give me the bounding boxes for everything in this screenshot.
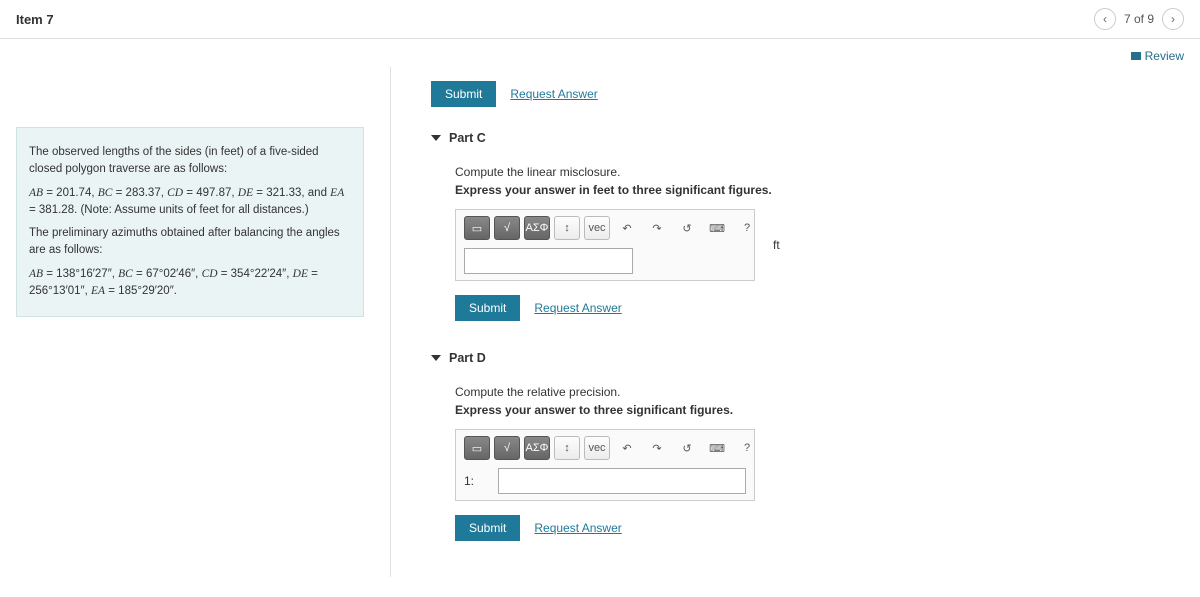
problem-p1: The observed lengths of the sides (in fe… (29, 144, 351, 179)
part-c-body: Compute the linear misclosure. Express y… (431, 155, 1184, 341)
reset-button[interactable]: ↺ (674, 436, 700, 460)
submit-button[interactable]: Submit (455, 295, 520, 321)
part-c-instruction-bold: Express your answer in feet to three sig… (455, 183, 1184, 197)
chevron-down-icon (431, 135, 441, 141)
keyboard-button[interactable]: ⌨ (704, 436, 730, 460)
reset-button[interactable]: ↺ (674, 216, 700, 240)
part-c-unit: ft (773, 238, 780, 252)
templates-button[interactable]: ▭ (464, 216, 490, 240)
column-divider (390, 67, 391, 577)
part-d-prefix: 1: (464, 474, 482, 488)
part-d-title: Part D (449, 351, 486, 365)
part-d-submit-row: Submit Request Answer (455, 515, 1184, 541)
submit-button[interactable]: Submit (455, 515, 520, 541)
review-link[interactable]: Review (1131, 49, 1184, 63)
root-button[interactable]: √ (494, 436, 520, 460)
next-button[interactable]: › (1162, 8, 1184, 30)
vec-button[interactable]: vec (584, 436, 610, 460)
keyboard-button[interactable]: ⌨ (704, 216, 730, 240)
part-d-body: Compute the relative precision. Express … (431, 375, 1184, 561)
templates-button[interactable]: ▭ (464, 436, 490, 460)
part-d-toolbar: ▭ √ ΑΣΦ ↕ vec ↶ ↷ ↺ ⌨ ? (464, 436, 746, 460)
greek-button[interactable]: ΑΣΦ (524, 216, 550, 240)
redo-button[interactable]: ↷ (644, 436, 670, 460)
review-row: Review (0, 39, 1200, 67)
prev-button[interactable]: ‹ (1094, 8, 1116, 30)
vec-button[interactable]: vec (584, 216, 610, 240)
prior-submit-row: Submit Request Answer (431, 81, 1184, 107)
part-c-header[interactable]: Part C (431, 121, 1184, 155)
request-answer-link[interactable]: Request Answer (534, 301, 621, 315)
part-c-answer-row: ▭ √ ΑΣΦ ↕ vec ↶ ↷ ↺ ⌨ ? ft (455, 209, 1184, 281)
main-area: The observed lengths of the sides (in fe… (0, 67, 1200, 597)
help-button[interactable]: ? (734, 436, 760, 460)
problem-lengths: AB = 201.74, BC = 283.37, CD = 497.87, D… (29, 185, 351, 220)
review-label: Review (1145, 49, 1184, 63)
part-c-answer-box: ▭ √ ΑΣΦ ↕ vec ↶ ↷ ↺ ⌨ ? (455, 209, 755, 281)
answer-column: Submit Request Answer Part C Compute the… (401, 67, 1200, 577)
part-c-instruction: Compute the linear misclosure. (455, 165, 1184, 179)
problem-p2: The preliminary azimuths obtained after … (29, 225, 351, 260)
part-d-header[interactable]: Part D (431, 341, 1184, 375)
problem-statement: The observed lengths of the sides (in fe… (16, 127, 364, 317)
redo-button[interactable]: ↷ (644, 216, 670, 240)
flag-icon (1131, 52, 1141, 60)
part-c-answer-input[interactable] (464, 248, 633, 274)
request-answer-link[interactable]: Request Answer (534, 521, 621, 535)
pager: ‹ 7 of 9 › (1094, 8, 1184, 30)
scripts-button[interactable]: ↕ (554, 216, 580, 240)
scripts-button[interactable]: ↕ (554, 436, 580, 460)
help-button[interactable]: ? (734, 216, 760, 240)
part-c-title: Part C (449, 131, 486, 145)
part-d-answer-row: 1: (464, 468, 746, 494)
item-title: Item 7 (16, 12, 54, 27)
page-indicator: 7 of 9 (1124, 12, 1154, 26)
root-button[interactable]: √ (494, 216, 520, 240)
part-d-instruction-bold: Express your answer to three significant… (455, 403, 1184, 417)
request-answer-link[interactable]: Request Answer (510, 87, 597, 101)
problem-column: The observed lengths of the sides (in fe… (0, 67, 380, 577)
part-d-answer-box: ▭ √ ΑΣΦ ↕ vec ↶ ↷ ↺ ⌨ ? 1: (455, 429, 755, 501)
problem-azimuths: AB = 138°16′27″, BC = 67°02′46″, CD = 35… (29, 266, 351, 301)
part-d-answer-input[interactable] (498, 468, 746, 494)
greek-button[interactable]: ΑΣΦ (524, 436, 550, 460)
part-c-toolbar: ▭ √ ΑΣΦ ↕ vec ↶ ↷ ↺ ⌨ ? (464, 216, 746, 240)
top-bar: Item 7 ‹ 7 of 9 › (0, 0, 1200, 39)
undo-button[interactable]: ↶ (614, 216, 640, 240)
chevron-down-icon (431, 355, 441, 361)
part-c-submit-row: Submit Request Answer (455, 295, 1184, 321)
part-d-instruction: Compute the relative precision. (455, 385, 1184, 399)
undo-button[interactable]: ↶ (614, 436, 640, 460)
submit-button[interactable]: Submit (431, 81, 496, 107)
